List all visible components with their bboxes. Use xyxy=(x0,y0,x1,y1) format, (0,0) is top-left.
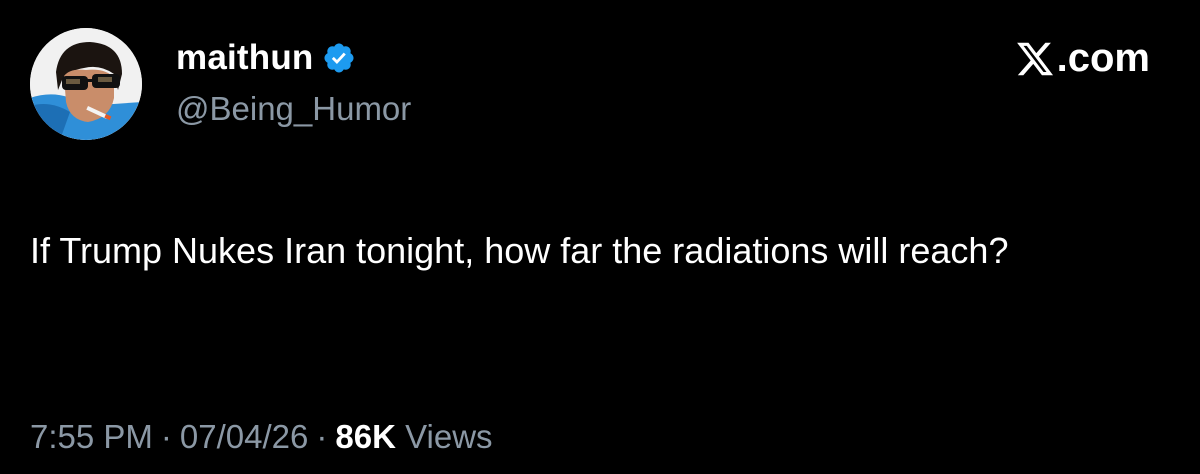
brand-domain-text: .com xyxy=(1056,36,1150,80)
views-label: Views xyxy=(405,418,493,455)
views-count: 86K xyxy=(335,418,396,455)
avatar[interactable] xyxy=(30,28,142,140)
name-row: maithun xyxy=(176,36,411,80)
tweet-card: maithun @Being_Humor .com If Trump Nukes… xyxy=(0,0,1200,474)
x-logo-icon xyxy=(1015,39,1055,79)
tweet-time[interactable]: 7:55 PM xyxy=(30,418,153,455)
meta-separator: · xyxy=(160,418,172,455)
tweet-date[interactable]: 07/04/26 xyxy=(180,418,308,455)
user-info: maithun @Being_Humor xyxy=(176,36,411,128)
tweet-text: If Trump Nukes Iran tonight, how far the… xyxy=(30,230,1009,271)
user-handle[interactable]: @Being_Humor xyxy=(176,90,411,128)
brand-logo: .com xyxy=(1015,36,1150,81)
display-name[interactable]: maithun xyxy=(176,38,314,78)
verified-badge-icon xyxy=(322,41,356,75)
avatar-image xyxy=(30,28,142,140)
meta-separator: · xyxy=(316,418,328,455)
tweet-meta: 7:55 PM · 07/04/26 · 86K Views xyxy=(30,418,493,456)
